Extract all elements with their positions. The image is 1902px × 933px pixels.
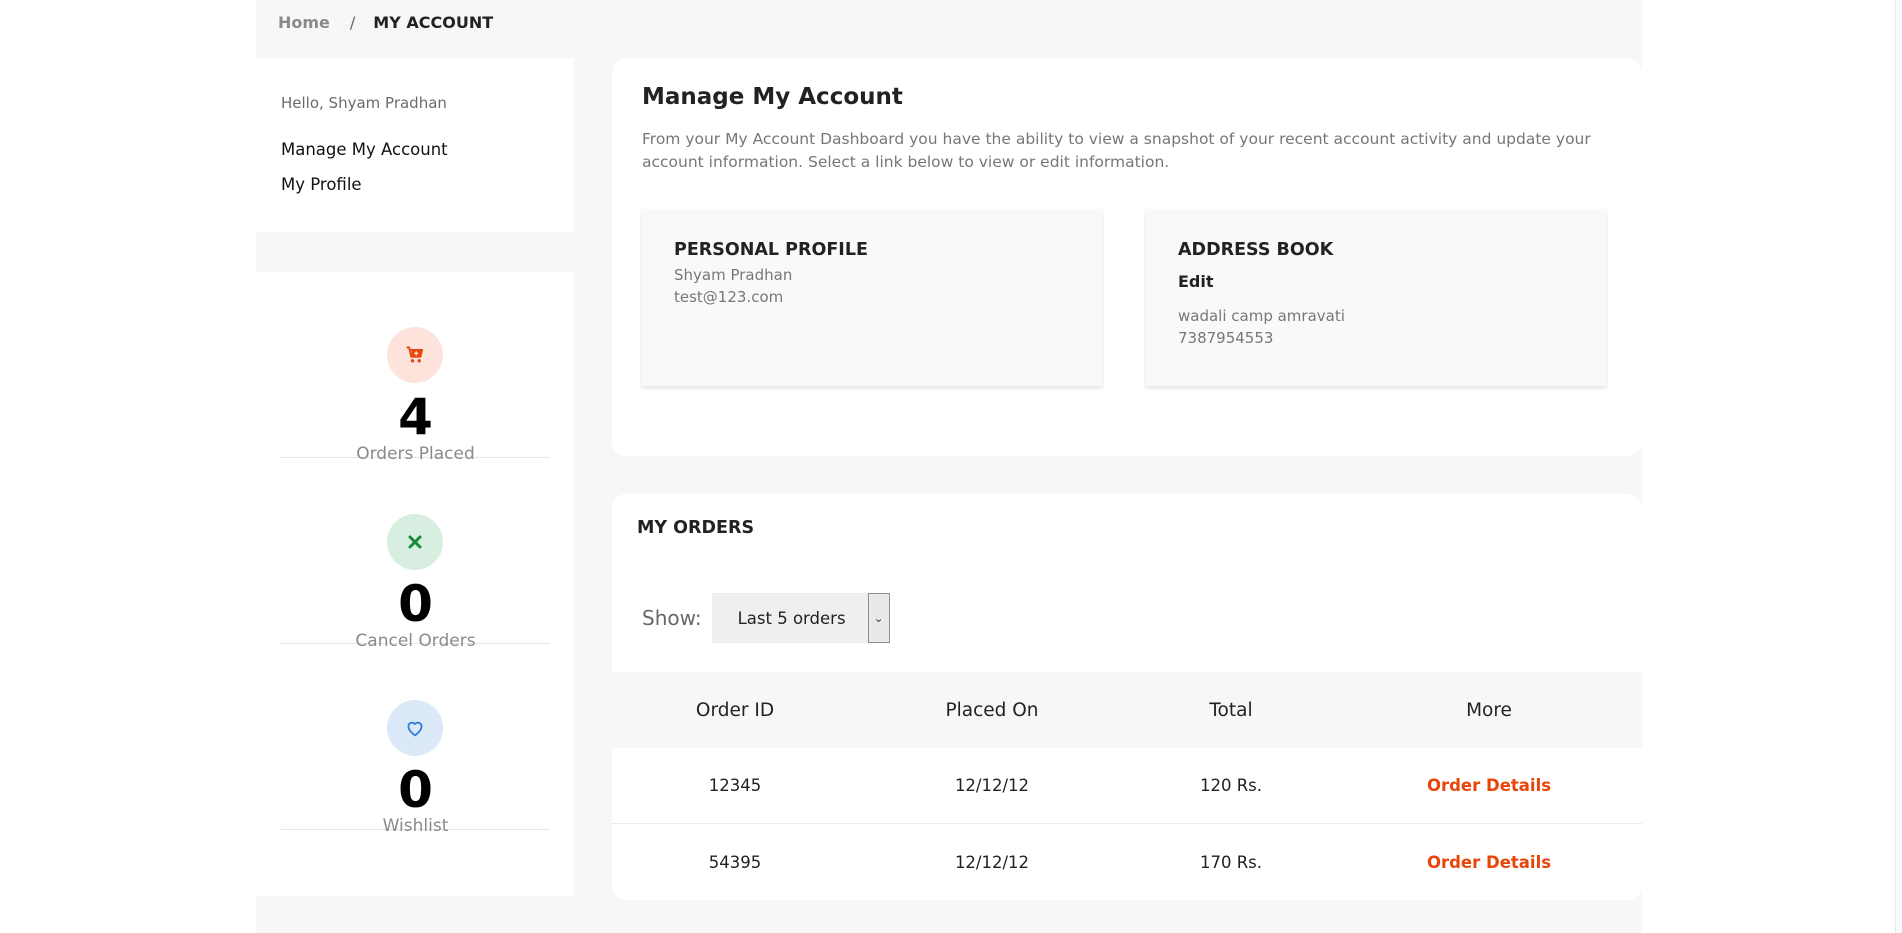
order-details-link[interactable]: Order Details: [1336, 776, 1642, 795]
address-book-title: ADDRESS BOOK: [1178, 240, 1334, 260]
address-line: wadali camp amravati: [1178, 307, 1345, 325]
account-stats-panel: 4 Orders Placed 0 Cancel Orders 0 Wishli…: [256, 272, 574, 896]
order-details-link[interactable]: Order Details: [1336, 853, 1642, 872]
wishlist-count: 0: [398, 761, 433, 819]
stat-wishlist: 0 Wishlist: [281, 644, 550, 836]
profile-email: test@123.com: [674, 288, 784, 306]
address-edit-link[interactable]: Edit: [1178, 272, 1214, 291]
column-header-more: More: [1466, 699, 1512, 721]
order-id: 12345: [708, 776, 762, 795]
order-total: 170 Rs.: [1199, 852, 1263, 872]
address-phone: 7387954553: [1178, 329, 1274, 347]
column-header-total: Total: [1209, 699, 1253, 721]
heart-icon: [387, 700, 443, 756]
user-greeting: Hello, Shyam Pradhan: [281, 94, 447, 112]
personal-profile-title: PERSONAL PROFILE: [674, 240, 868, 260]
order-placed-on: 12/12/12: [954, 852, 1030, 872]
breadcrumb-home-link[interactable]: Home: [278, 13, 330, 32]
order-filter-row: Show: Last 5 orders ⌄: [642, 593, 890, 643]
table-row: 12345 12/12/12 120 Rs. Order Details: [612, 748, 1642, 824]
breadcrumb-current: MY ACCOUNT: [373, 12, 494, 32]
cart-icon: [387, 327, 443, 383]
order-id: 54395: [708, 852, 762, 872]
table-row: 54395 12/12/12 170 Rs. Order Details: [612, 824, 1642, 900]
my-orders-card: MY ORDERS Show: Last 5 orders ⌄ Order ID…: [612, 494, 1642, 900]
breadcrumb-separator: /: [349, 12, 356, 32]
stat-orders-placed: 4 Orders Placed: [281, 272, 550, 464]
profile-name: Shyam Pradhan: [674, 266, 793, 284]
personal-profile-box: PERSONAL PROFILE Shyam Pradhan test@123.…: [642, 210, 1102, 386]
orders-placed-count: 4: [398, 388, 433, 446]
breadcrumb: Home / MY ACCOUNT: [278, 12, 493, 32]
stat-cancel-orders: 0 Cancel Orders: [281, 458, 550, 651]
address-book-box: ADDRESS BOOK Edit wadali camp amravati 7…: [1146, 210, 1606, 386]
manage-account-card: Manage My Account From your My Account D…: [612, 58, 1642, 456]
page-scrollbar[interactable]: [1895, 0, 1902, 933]
sidebar-item-manage-account[interactable]: Manage My Account: [281, 140, 448, 159]
manage-account-description: From your My Account Dashboard you have …: [642, 130, 1591, 171]
order-placed-on: 12/12/12: [954, 776, 1030, 795]
column-header-order-id: Order ID: [695, 699, 775, 721]
order-count-select[interactable]: Last 5 orders ⌄: [711, 593, 890, 643]
my-orders-title: MY ORDERS: [637, 518, 755, 538]
chevron-down-icon[interactable]: ⌄: [867, 593, 890, 643]
column-header-placed-on: Placed On: [945, 699, 1039, 721]
wishlist-label: Wishlist: [382, 816, 449, 836]
order-count-selected: Last 5 orders: [737, 608, 846, 628]
cancel-orders-count: 0: [398, 575, 433, 633]
order-total: 120 Rs.: [1199, 776, 1263, 795]
manage-account-title: Manage My Account: [642, 84, 903, 110]
close-icon: [387, 514, 443, 570]
sidebar-item-my-profile[interactable]: My Profile: [281, 175, 362, 194]
orders-table-header: Order ID Placed On Total More: [612, 672, 1642, 748]
show-label: Show:: [642, 606, 702, 630]
